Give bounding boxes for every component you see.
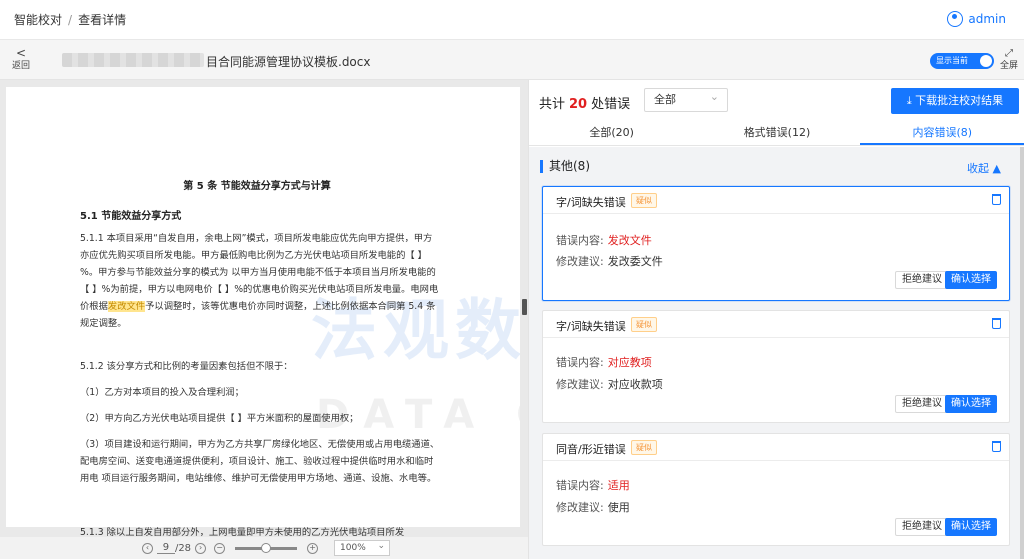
breadcrumb-current: 查看详情 [78,13,127,27]
delete-icon[interactable] [992,318,1001,329]
scrollbar[interactable] [1020,147,1024,559]
suggestion-value: 发改委文件 [607,255,663,268]
reject-suggestion-button[interactable]: 拒绝建议 [895,395,949,413]
zoom-in-icon[interactable]: + [307,542,319,554]
reject-suggestion-button[interactable]: 拒绝建议 [895,518,949,536]
pane-resize-handle[interactable] [522,299,527,315]
zoom-slider-knob[interactable] [261,542,272,553]
highlighted-error-text[interactable]: 发改文件 [107,301,146,312]
reject-suggestion-button[interactable]: 拒绝建议 [895,271,949,289]
back-label: 返回 [11,61,30,71]
confirm-selection-button[interactable]: 确认选择 [945,395,997,413]
collapse-button[interactable]: 收起 ▲ [967,160,1001,176]
tab-format-errors[interactable]: 格式错误(12) [694,120,859,145]
document-article-title: 第 5 条 节能效益分享方式与计算 [183,181,331,192]
suggestion-value: 对应收款项 [607,378,663,391]
error-card[interactable]: 同音/形近错误 疑似 错误内容: 适用 修改建议: 使用 拒绝建议 确认选择 [542,433,1010,546]
card-header: 字/词缺失错误 疑似 [543,187,1009,214]
tab-all[interactable]: 全部(20) [529,120,694,145]
page-input[interactable]: 9 [156,542,175,554]
error-content-row: 错误内容: 适用 [556,477,630,493]
suggestion-value: 使用 [607,501,630,514]
zoom-slider[interactable] [235,542,298,553]
error-content-value: 发改文件 [607,234,652,247]
toggle-knob [980,55,992,67]
error-type: 同音/形近错误 [556,443,626,456]
error-content-value: 对应教项 [607,356,652,369]
document-paragraph: （2）甲方向乙方光伏电站项目提供【 】平方米面积的屋面使用权； [80,413,359,424]
error-content-row: 错误内容: 对应教项 [556,354,652,370]
download-label: 下载批注校对结果 [915,94,1004,107]
document-paragraph: 5.1.2 该分享方式和比例的考量因素包括但不限于： [80,361,293,372]
user-menu[interactable]: admin [947,11,1006,27]
toggle-label: 显示当前 [936,56,968,65]
suggestion-row: 修改建议: 对应收款项 [556,376,663,392]
document-paragraph: （1）乙方对本项目的投入及合理利润； [80,387,244,398]
zoom-out-icon[interactable]: − [214,542,226,554]
delete-icon[interactable] [992,441,1001,452]
group-title: 其他(8) [540,160,590,173]
breadcrumb: 智能校对 / 查看详情 [14,11,126,28]
download-icon: ⤓ [906,94,916,107]
error-panel: 共计20处错误 全部 ⤓ 下载批注校对结果 全部(20) 格式错误(12) 内容… [528,80,1024,559]
show-current-toggle[interactable]: 显示当前 [930,53,994,69]
top-header: 智能校对 / 查看详情 admin [0,0,1024,40]
error-type: 字/词缺失错误 [556,320,626,333]
suggestion-label: 修改建议: [556,255,604,268]
card-header: 字/词缺失错误 疑似 [543,311,1009,338]
fullscreen-button[interactable]: ⤢ 全屏 [1000,48,1018,72]
total-pages: /28 [174,542,192,554]
error-count: 20 [569,97,588,112]
suspect-badge: 疑似 [631,317,657,332]
suggestion-row: 修改建议: 发改委文件 [556,253,663,269]
error-card[interactable]: 字/词缺失错误 疑似 错误内容: 发改文件 修改建议: 发改委文件 拒绝建议 确认选… [542,186,1010,301]
filter-select[interactable]: 全部 [644,86,728,112]
suggestion-row: 修改建议: 使用 [556,499,630,515]
chevron-left-icon: < [15,46,27,60]
redacted-filename-part [62,53,204,67]
prev-page-icon[interactable]: ‹ [141,542,153,554]
error-content-label: 错误内容: [556,234,604,247]
error-content-label: 错误内容: [556,356,604,369]
error-list: 其他(8) 收起 ▲ 字/词缺失错误 疑似 错误内容: 发改文件 修改建议: 发改委… [529,147,1024,559]
error-content-label: 错误内容: [556,479,604,492]
fullscreen-label: 全屏 [999,61,1018,71]
error-type: 字/词缺失错误 [556,196,626,209]
expand-icon: ⤢ [1004,48,1013,59]
card-header: 同音/形近错误 疑似 [543,434,1009,461]
suspect-badge: 疑似 [631,193,657,208]
back-button[interactable]: < 返回 [8,46,34,72]
delete-icon[interactable] [992,194,1001,205]
document-paragraph: （3）项目建设和运行期间，甲方为乙方共享厂房绿化地区、无偿使用或占用电缆通道、配… [80,439,440,484]
confirm-selection-button[interactable]: 确认选择 [945,518,997,536]
summary-suffix: 处错误 [591,97,631,112]
suggestion-label: 修改建议: [556,378,604,391]
next-page-icon[interactable]: › [195,542,207,554]
breadcrumb-root[interactable]: 智能校对 [14,13,62,27]
document-toolbar: < 返回 目合同能源管理协议模板.docx 显示当前 ⤢ 全屏 [0,40,1024,80]
confirm-selection-button[interactable]: 确认选择 [945,271,997,289]
document-paragraph: 5.1.1 本项目采用“自发自用，余电上网”模式，项目所发电能应优先向甲方提供，… [80,230,440,332]
tab-content-errors[interactable]: 内容错误(8) [859,120,1024,145]
page-controls: ‹ 9 /28 › − + 100% [0,537,528,559]
file-name: 目合同能源管理协议模板.docx [206,55,371,69]
suspect-badge: 疑似 [631,440,657,455]
error-content-row: 错误内容: 发改文件 [556,232,652,248]
avatar-icon [947,11,964,27]
error-card[interactable]: 字/词缺失错误 疑似 错误内容: 对应教项 修改建议: 对应收款项 拒绝建议 确认选… [542,310,1010,423]
error-tabs: 全部(20) 格式错误(12) 内容错误(8) [529,120,1024,146]
suggestion-label: 修改建议: [556,501,604,514]
user-name: admin [968,12,1006,26]
download-results-button[interactable]: ⤓ 下载批注校对结果 [891,88,1019,114]
error-summary: 共计 20 处错误 [539,93,630,112]
document-section-heading: 5.1 节能效益分享方式 [80,211,182,222]
error-content-value: 适用 [607,479,630,492]
zoom-select[interactable]: 100% [334,539,391,556]
document-viewer: 法观数据 DATA GRAND 第 5 条 节能效益分享方式与计算 5.1 节能… [0,80,528,559]
breadcrumb-separator: / [68,13,73,27]
summary-prefix: 共计 [539,97,566,112]
